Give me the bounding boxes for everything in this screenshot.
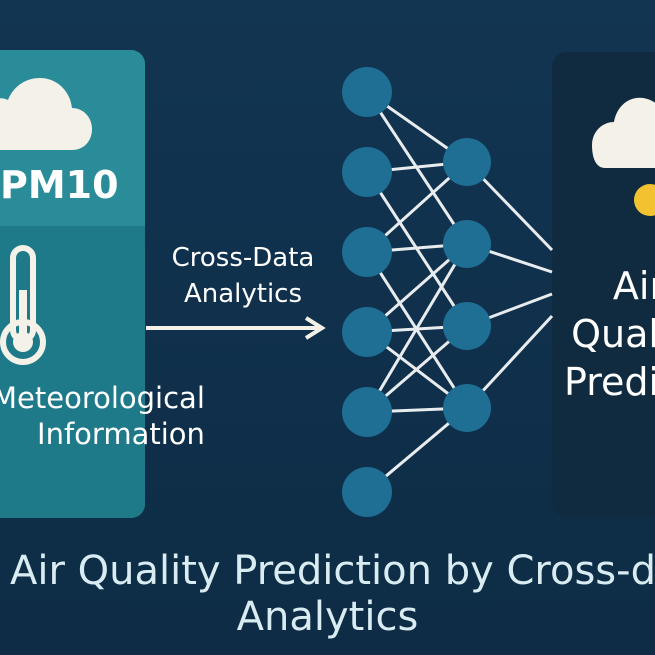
meteorological-label: Meteorological Information (0, 380, 205, 452)
connector-label: Cross-Data Analytics (158, 240, 328, 312)
connector-label-line2: Analytics (183, 279, 303, 309)
output-label-line1: Air (612, 264, 655, 308)
diagram-canvas: PM10 Meteorological Information Cross-Da… (0, 0, 655, 655)
cloud-sun-icon (592, 97, 655, 216)
diagram-title-line2: Analytics (236, 594, 419, 640)
thermometer-icon (0, 245, 46, 365)
network-node (443, 220, 491, 268)
network-node (342, 147, 392, 197)
diagram-title-line1: Air Quality Prediction by Cross-data (10, 548, 655, 594)
output-label-line2: Quality (571, 312, 655, 356)
cloud-icon (0, 78, 92, 150)
output-label-line3: Prediction (564, 360, 655, 404)
network-node (342, 467, 392, 517)
connector-label-line1: Cross-Data (171, 243, 315, 273)
network-node (342, 307, 392, 357)
network-node (443, 384, 491, 432)
pollutant-label: PM10 (0, 163, 119, 207)
network-node (342, 387, 392, 437)
diagram-title: Air Quality Prediction by Cross-data Ana… (0, 548, 655, 640)
flow-arrow (146, 316, 326, 340)
network-node (443, 138, 491, 186)
network-node (443, 302, 491, 350)
network-node (342, 67, 392, 117)
network-node (342, 227, 392, 277)
meteorological-label-line1: Meteorological (0, 381, 205, 415)
meteorological-label-line2: Information (37, 417, 205, 451)
output-label: Air Quality Prediction (564, 262, 655, 406)
